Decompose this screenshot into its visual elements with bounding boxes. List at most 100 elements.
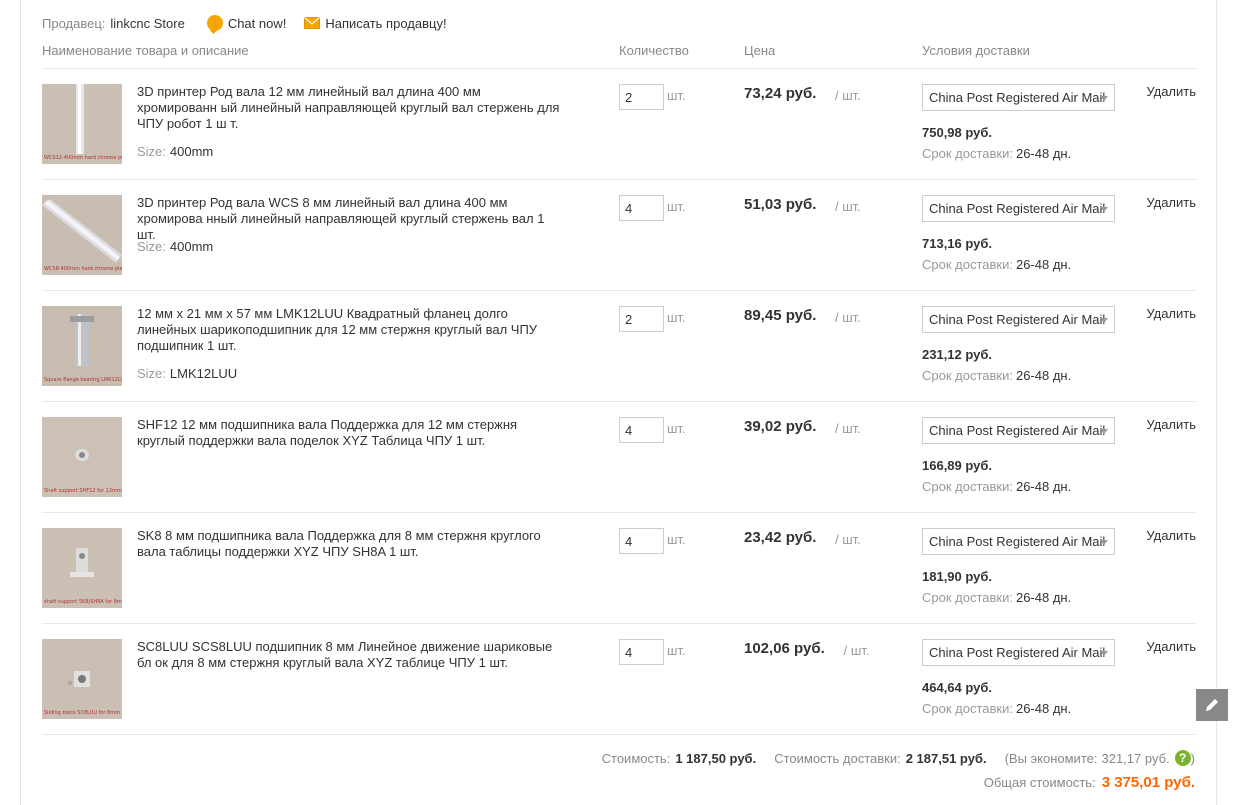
- delete-item-button[interactable]: Удалить: [1146, 528, 1196, 543]
- product-title-link[interactable]: 3D принтер Род вала 12 мм линейный вал д…: [137, 84, 562, 132]
- size-value: 400mm: [169, 239, 214, 254]
- chevron-down-icon: [1100, 207, 1108, 212]
- price-per-unit: / шт.: [835, 421, 861, 436]
- delete-item-button[interactable]: Удалить: [1146, 639, 1196, 654]
- quantity-input[interactable]: [619, 639, 664, 665]
- price-per-unit: / шт.: [835, 199, 861, 214]
- delivery-term: Срок доставки: 26-48 дн.: [922, 257, 1071, 272]
- message-seller-button[interactable]: Написать продавцу!: [304, 15, 447, 31]
- shipping-method-value: China Post Registered Air Mail: [929, 201, 1106, 216]
- chevron-down-icon: [1100, 651, 1108, 656]
- delivery-term: Срок доставки: 26-48 дн.: [922, 701, 1071, 716]
- delivery-term-label: Срок доставки:: [922, 701, 1013, 716]
- delivery-term: Срок доставки: 26-48 дн.: [922, 368, 1071, 383]
- shipping-method-value: China Post Registered Air Mail: [929, 90, 1106, 105]
- savings-close: ): [1190, 750, 1195, 766]
- cart-item-row: WCS12-400mm hard chrome plated shaft 3D …: [42, 68, 1196, 179]
- image-caption: WCS8-400mm hard chrome plated shaft: [44, 266, 122, 272]
- cart-totals: Стоимость: 1 187,50 руб. Стоимость доста…: [602, 750, 1195, 766]
- chevron-down-icon: [1100, 96, 1108, 101]
- shipping-cost-label: Стоимость доставки:: [774, 750, 901, 766]
- quantity-unit: шт.: [667, 199, 686, 214]
- delivery-term-label: Срок доставки:: [922, 257, 1013, 272]
- chevron-down-icon: [1100, 429, 1108, 434]
- chat-now-button[interactable]: Chat now!: [206, 15, 287, 31]
- product-image[interactable]: Sliding block SC8LUU for 8mm linear shaf…: [42, 639, 122, 719]
- shipping-method-select[interactable]: China Post Registered Air Mail: [922, 195, 1115, 222]
- product-image[interactable]: WCS8-400mm hard chrome plated shaft: [42, 195, 122, 275]
- delivery-term-value: 26-48 дн.: [1015, 368, 1072, 383]
- grand-total-value: 3 375,01 руб.: [1101, 774, 1195, 791]
- header-price: Цена: [744, 43, 776, 58]
- quantity-input[interactable]: [619, 528, 664, 554]
- delivery-term: Срок доставки: 26-48 дн.: [922, 479, 1071, 494]
- message-seller-label: Написать продавцу!: [325, 15, 447, 31]
- quantity-input[interactable]: [619, 195, 664, 221]
- delivery-term-value: 26-48 дн.: [1015, 146, 1072, 161]
- delivery-term-label: Срок доставки:: [922, 590, 1013, 605]
- product-image[interactable]: shaft support SK8/SH8A for 8mm shaft: [42, 528, 122, 608]
- shipping-method-select[interactable]: China Post Registered Air Mail: [922, 84, 1115, 111]
- cart-item-row: Sliding block SC8LUU for 8mm linear shaf…: [42, 623, 1196, 734]
- image-caption: Square flange bearing LMK12LUU 12x21x57 …: [44, 377, 122, 383]
- cart-item-row: Square flange bearing LMK12LUU 12x21x57 …: [42, 290, 1196, 401]
- price-per-unit: / шт.: [835, 310, 861, 325]
- help-icon[interactable]: ?: [1174, 750, 1191, 766]
- shipping-method-select[interactable]: China Post Registered Air Mail: [922, 417, 1115, 444]
- product-title-link[interactable]: SHF12 12 мм подшипника вала Поддержка дл…: [137, 417, 562, 449]
- header-shipping: Условия доставки: [922, 43, 1030, 58]
- image-caption: Sliding block SC8LUU for 8mm linear shaf…: [44, 710, 122, 716]
- unit-price: 51,03 руб.: [744, 196, 817, 213]
- shipping-method-select[interactable]: China Post Registered Air Mail: [922, 639, 1115, 666]
- page-border-right: [1216, 0, 1217, 805]
- delivery-term-label: Срок доставки:: [922, 146, 1013, 161]
- size-label: Size:: [137, 366, 166, 381]
- cart-item-row: Shaft support SHF12 for 12mm shaft SHF12…: [42, 401, 1196, 512]
- quantity-unit: шт.: [667, 88, 686, 103]
- cart-item-row: shaft support SK8/SH8A for 8mm shaft SK8…: [42, 512, 1196, 623]
- chat-now-label: Chat now!: [227, 15, 287, 31]
- quantity-input[interactable]: [619, 84, 664, 110]
- product-title-link[interactable]: 12 мм x 21 мм x 57 мм LMK12LUU Квадратны…: [137, 306, 562, 354]
- seller-name-link[interactable]: linkcnc Store: [110, 16, 184, 31]
- shipping-method-select[interactable]: China Post Registered Air Mail: [922, 528, 1115, 555]
- size-value: 400mm: [169, 144, 214, 159]
- product-image[interactable]: Square flange bearing LMK12LUU 12x21x57 …: [42, 306, 122, 386]
- quantity-input[interactable]: [619, 306, 664, 332]
- shipping-cost: 750,98 руб.: [922, 125, 993, 140]
- shipping-cost: 181,90 руб.: [922, 569, 993, 584]
- delivery-term-value: 26-48 дн.: [1015, 701, 1072, 716]
- delete-item-button[interactable]: Удалить: [1146, 195, 1196, 210]
- shipping-method-value: China Post Registered Air Mail: [929, 423, 1106, 438]
- shipping-cost-value: 2 187,51 руб.: [905, 750, 987, 766]
- savings-label: (Вы экономите:: [1004, 750, 1098, 766]
- grand-total-label: Общая стоимость:: [983, 775, 1096, 790]
- quantity-input[interactable]: [619, 417, 664, 443]
- image-caption: WCS12-400mm hard chrome plated shaft: [44, 155, 122, 161]
- product-title-link[interactable]: SK8 8 мм подшипника вала Поддержка для 8…: [137, 528, 562, 560]
- product-image[interactable]: WCS12-400mm hard chrome plated shaft: [42, 84, 122, 164]
- image-caption: shaft support SK8/SH8A for 8mm shaft: [44, 599, 122, 605]
- quantity-unit: шт.: [667, 421, 686, 436]
- edit-button[interactable]: [1196, 689, 1228, 721]
- shipping-method-value: China Post Registered Air Mail: [929, 645, 1106, 660]
- product-size: Size: LMK12LUU: [137, 366, 237, 381]
- product-size: Size: 400mm: [137, 144, 213, 159]
- cost-label: Стоимость:: [601, 750, 671, 766]
- savings-value: 321,17 руб.: [1101, 750, 1170, 766]
- shipping-cost: 166,89 руб.: [922, 458, 993, 473]
- product-title-link[interactable]: SC8LUU SCS8LUU подшипник 8 мм Линейное д…: [137, 639, 562, 671]
- delete-item-button[interactable]: Удалить: [1146, 306, 1196, 321]
- delete-item-button[interactable]: Удалить: [1146, 84, 1196, 99]
- shipping-method-select[interactable]: China Post Registered Air Mail: [922, 306, 1115, 333]
- product-image[interactable]: Shaft support SHF12 for 12mm shaft: [42, 417, 122, 497]
- cost-value: 1 187,50 руб.: [675, 750, 757, 766]
- shipping-method-value: China Post Registered Air Mail: [929, 534, 1106, 549]
- savings: (Вы экономите: 321,17 руб. ? ): [1005, 750, 1195, 766]
- delivery-term: Срок доставки: 26-48 дн.: [922, 590, 1071, 605]
- delete-item-button[interactable]: Удалить: [1146, 417, 1196, 432]
- shipping-cost: 464,64 руб.: [922, 680, 993, 695]
- grand-total: Общая стоимость: 3 375,01 руб.: [984, 774, 1195, 791]
- product-title-link[interactable]: 3D принтер Род вала WCS 8 мм линейный ва…: [137, 195, 562, 243]
- price-per-unit: / шт.: [835, 532, 861, 547]
